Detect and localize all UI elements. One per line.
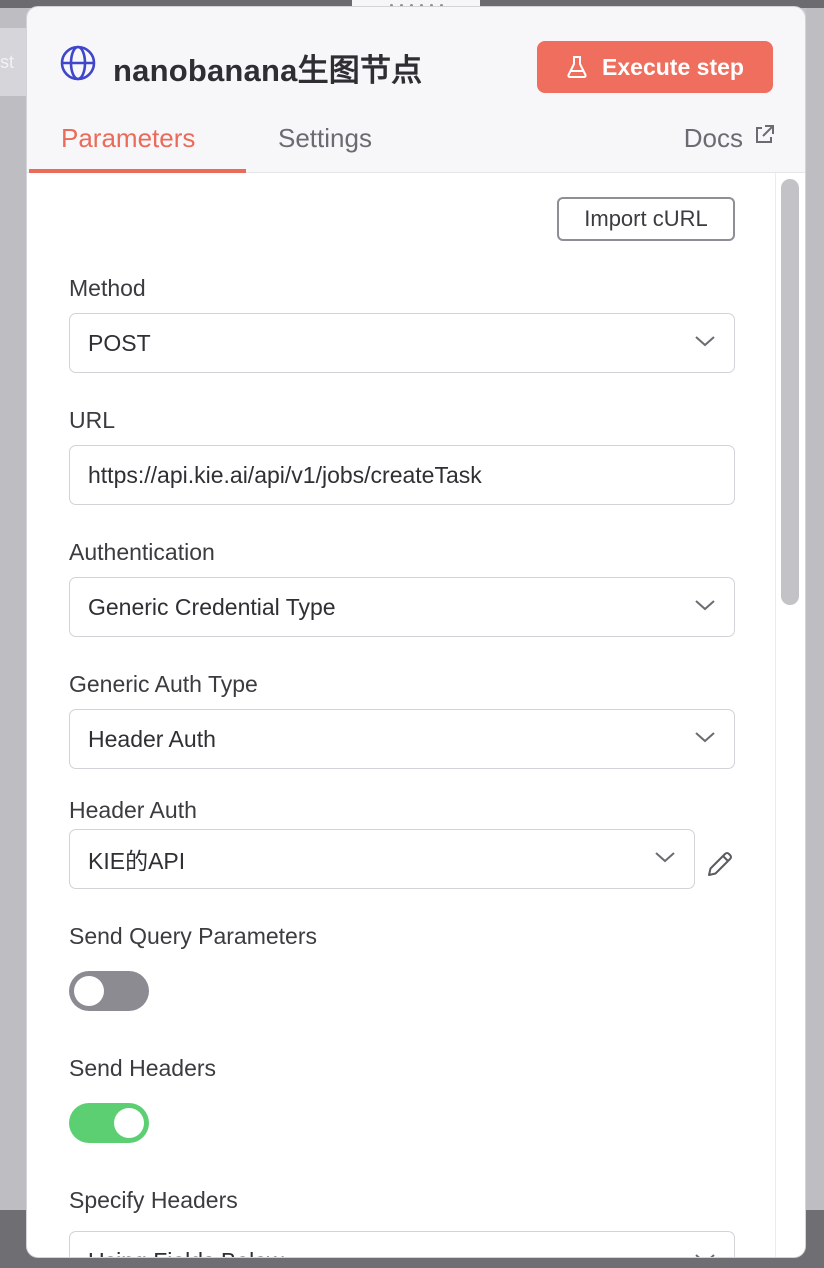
import-curl-button[interactable]: Import cURL <box>557 197 735 241</box>
previous-node-tab-label: st <box>0 52 15 72</box>
url-input[interactable]: https://api.kie.ai/api/v1/jobs/createTas… <box>69 445 735 505</box>
panel-tabs: Parameters Settings Docs <box>27 117 805 173</box>
url-value: https://api.kie.ai/api/v1/jobs/createTas… <box>88 461 482 488</box>
generic-auth-type-select[interactable]: Header Auth <box>69 709 735 769</box>
authentication-value: Generic Credential Type <box>88 593 336 620</box>
node-settings-panel: nanobanana生图节点 Execute step Parameters S… <box>26 6 806 1258</box>
chevron-down-icon <box>695 336 715 347</box>
execute-step-label: Execute step <box>602 53 744 80</box>
docs-label: Docs <box>683 123 743 153</box>
header-auth-label: Header Auth <box>69 797 197 823</box>
external-link-icon <box>756 124 774 143</box>
method-value: POST <box>88 329 151 356</box>
authentication-label: Authentication <box>69 539 215 565</box>
send-query-parameters-toggle[interactable] <box>69 971 149 1011</box>
parameters-body: Import cURL Method POST URL https://api.… <box>27 173 805 1258</box>
specify-headers-label: Specify Headers <box>69 1187 238 1213</box>
method-select[interactable]: POST <box>69 313 735 373</box>
scrollbar-thumb[interactable] <box>781 179 799 605</box>
header-auth-credential-select[interactable]: KIE的API <box>69 829 695 889</box>
chevron-down-icon <box>695 1254 715 1257</box>
canvas-right-strip <box>806 8 824 1210</box>
specify-headers-select[interactable]: Using Fields Below <box>69 1231 735 1258</box>
tab-parameters[interactable]: Parameters <box>61 123 195 154</box>
flask-icon <box>567 56 587 78</box>
authentication-select[interactable]: Generic Credential Type <box>69 577 735 637</box>
panel-header: nanobanana生图节点 Execute step <box>27 7 805 117</box>
send-query-parameters-label: Send Query Parameters <box>69 923 318 949</box>
toggle-knob <box>114 1108 144 1138</box>
generic-auth-type-value: Header Auth <box>88 725 216 752</box>
chevron-down-icon <box>695 732 715 743</box>
chevron-down-icon <box>695 600 715 611</box>
pencil-icon[interactable] <box>705 849 735 879</box>
globe-icon <box>60 45 96 81</box>
toggle-knob <box>74 976 104 1006</box>
docs-link[interactable]: Docs <box>684 123 775 154</box>
execute-step-button[interactable]: Execute step <box>537 41 773 93</box>
canvas-left-strip <box>0 8 28 1210</box>
url-label: URL <box>69 407 116 433</box>
chevron-down-icon <box>655 852 675 863</box>
specify-headers-value: Using Fields Below <box>88 1248 284 1258</box>
node-title[interactable]: nanobanana生图节点 <box>113 45 422 90</box>
header-auth-value: KIE的API <box>88 848 186 874</box>
generic-auth-type-label: Generic Auth Type <box>69 671 258 697</box>
send-headers-label: Send Headers <box>69 1055 217 1081</box>
tab-settings[interactable]: Settings <box>278 123 372 154</box>
method-label: Method <box>69 275 146 301</box>
send-headers-toggle[interactable] <box>69 1103 149 1143</box>
